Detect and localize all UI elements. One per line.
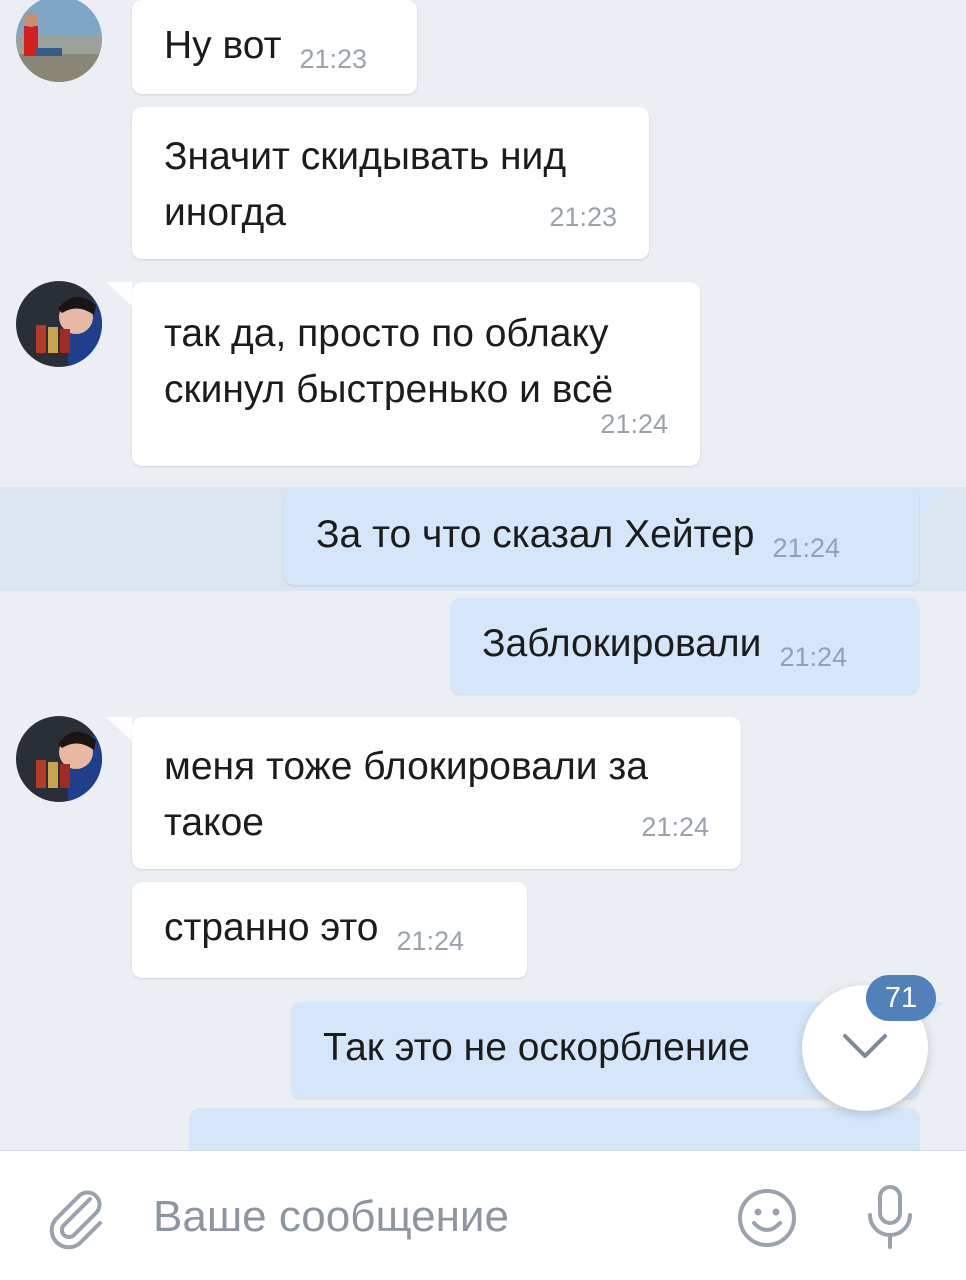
paperclip-icon[interactable] (44, 1185, 110, 1256)
message-time: 21:23 (549, 202, 617, 232)
microphone-icon[interactable] (862, 1183, 918, 1258)
bubble-tail (106, 282, 132, 306)
avatar[interactable] (16, 716, 102, 802)
message-time: 21:24 (396, 926, 465, 956)
unread-count-badge: 71 (866, 975, 936, 1021)
message-text: меня тоже блокировали за такое (164, 745, 648, 844)
message-text: странно это (164, 906, 379, 949)
message-composer (0, 1150, 966, 1280)
message-time: 21:24 (772, 533, 841, 563)
message-text: Ну вот (164, 24, 282, 67)
message-list[interactable]: Ну вот 21:23 Значит скидывать нид иногда … (0, 0, 966, 1150)
message-bubble-incoming[interactable]: Значит скидывать нид иногда 21:23 (132, 107, 649, 259)
message-bubble-incoming[interactable]: странно это 21:24 (132, 882, 527, 978)
message-text: Так это не оскорбление (323, 1026, 750, 1069)
message-bubble-outgoing[interactable] (190, 1108, 919, 1150)
message-bubble-outgoing[interactable]: За то что сказал Хейтер 21:24 (284, 489, 919, 585)
message-time: 21:24 (641, 812, 709, 842)
message-time: 21:23 (299, 44, 368, 74)
chevron-down-icon (841, 1031, 889, 1066)
message-bubble-incoming[interactable]: меня тоже блокировали за такое 21:24 (132, 717, 741, 869)
avatar[interactable] (16, 281, 102, 367)
smile-icon[interactable] (736, 1187, 798, 1254)
message-time: 21:24 (600, 409, 668, 439)
message-bubble-incoming[interactable]: так да, просто по облаку скинул быстрень… (132, 282, 700, 466)
bubble-tail (106, 717, 132, 741)
message-input[interactable] (153, 1189, 693, 1245)
message-time: 21:24 (779, 642, 848, 672)
avatar[interactable] (16, 0, 102, 82)
message-bubble-incoming[interactable]: Ну вот 21:23 (132, 0, 417, 94)
message-text: Заблокировали (482, 622, 762, 665)
message-bubble-outgoing[interactable]: Заблокировали 21:24 (450, 598, 919, 694)
message-text: За то что сказал Хейтер (316, 513, 755, 556)
message-text: так да, просто по облаку скинул быстрень… (164, 312, 614, 411)
bubble-tail (919, 489, 945, 513)
